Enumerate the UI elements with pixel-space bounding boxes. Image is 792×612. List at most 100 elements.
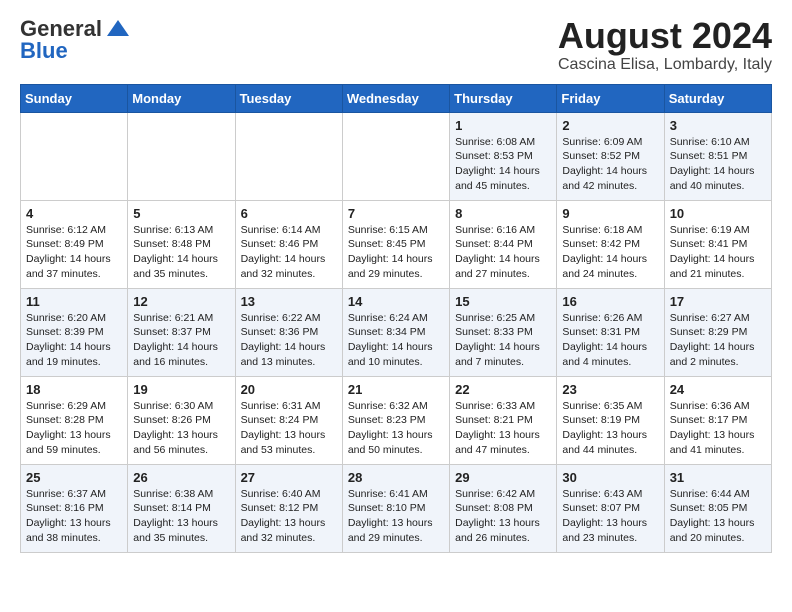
calendar-cell: 8 Sunrise: 6:16 AM Sunset: 8:44 PM Daylig… [450,200,557,288]
calendar-table: SundayMondayTuesdayWednesdayThursdayFrid… [20,84,772,553]
calendar-cell: 1 Sunrise: 6:08 AM Sunset: 8:53 PM Daylig… [450,112,557,200]
day-info: Sunrise: 6:33 AM Sunset: 8:21 PM Dayligh… [455,399,551,458]
calendar-cell: 15 Sunrise: 6:25 AM Sunset: 8:33 PM Dayli… [450,288,557,376]
day-number: 29 [455,470,551,485]
page-title: August 2024 [558,16,772,56]
logo-icon [105,16,131,42]
day-number: 23 [562,382,658,397]
day-info: Sunrise: 6:27 AM Sunset: 8:29 PM Dayligh… [670,311,766,370]
day-info: Sunrise: 6:14 AM Sunset: 8:46 PM Dayligh… [241,223,337,282]
calendar-cell: 3 Sunrise: 6:10 AM Sunset: 8:51 PM Daylig… [664,112,771,200]
calendar-week-row: 25 Sunrise: 6:37 AM Sunset: 8:16 PM Dayli… [21,464,772,552]
calendar-cell: 24Sunrise: 6:36 AM Sunset: 8:17 PM Dayli… [664,376,771,464]
day-number: 17 [670,294,766,309]
day-info: Sunrise: 6:41 AM Sunset: 8:10 PM Dayligh… [348,487,444,546]
day-info: Sunrise: 6:09 AM Sunset: 8:52 PM Dayligh… [562,135,658,194]
calendar-week-row: 1 Sunrise: 6:08 AM Sunset: 8:53 PM Daylig… [21,112,772,200]
calendar-week-row: 11 Sunrise: 6:20 AM Sunset: 8:39 PM Dayli… [21,288,772,376]
calendar-cell: 20 Sunrise: 6:31 AM Sunset: 8:24 PM Dayli… [235,376,342,464]
calendar-week-row: 18 Sunrise: 6:29 AM Sunset: 8:28 PM Dayli… [21,376,772,464]
weekday-header-wednesday: Wednesday [342,84,449,112]
day-info: Sunrise: 6:08 AM Sunset: 8:53 PM Dayligh… [455,135,551,194]
weekday-header-sunday: Sunday [21,84,128,112]
day-info: Sunrise: 6:42 AM Sunset: 8:08 PM Dayligh… [455,487,551,546]
calendar-cell [21,112,128,200]
day-info: Sunrise: 6:25 AM Sunset: 8:33 PM Dayligh… [455,311,551,370]
day-number: 19 [133,382,229,397]
day-info: Sunrise: 6:31 AM Sunset: 8:24 PM Dayligh… [241,399,337,458]
calendar-cell [342,112,449,200]
day-number: 1 [455,118,551,133]
calendar-cell: 17 Sunrise: 6:27 AM Sunset: 8:29 PM Dayli… [664,288,771,376]
day-info: Sunrise: 6:24 AM Sunset: 8:34 PM Dayligh… [348,311,444,370]
day-number: 13 [241,294,337,309]
calendar-cell: 16Sunrise: 6:26 AM Sunset: 8:31 PM Dayli… [557,288,664,376]
calendar-cell: 30 Sunrise: 6:43 AM Sunset: 8:07 PM Dayli… [557,464,664,552]
calendar-cell: 13 Sunrise: 6:22 AM Sunset: 8:36 PM Dayli… [235,288,342,376]
calendar-week-row: 4Sunrise: 6:12 AM Sunset: 8:49 PM Daylig… [21,200,772,288]
day-number: 26 [133,470,229,485]
day-info: Sunrise: 6:37 AM Sunset: 8:16 PM Dayligh… [26,487,122,546]
calendar-cell: 18 Sunrise: 6:29 AM Sunset: 8:28 PM Dayli… [21,376,128,464]
calendar-cell: 28Sunrise: 6:41 AM Sunset: 8:10 PM Dayli… [342,464,449,552]
calendar-cell: 27Sunrise: 6:40 AM Sunset: 8:12 PM Dayli… [235,464,342,552]
calendar-body: 1 Sunrise: 6:08 AM Sunset: 8:53 PM Daylig… [21,112,772,552]
weekday-header-row: SundayMondayTuesdayWednesdayThursdayFrid… [21,84,772,112]
calendar-cell: 2Sunrise: 6:09 AM Sunset: 8:52 PM Daylig… [557,112,664,200]
calendar-header: SundayMondayTuesdayWednesdayThursdayFrid… [21,84,772,112]
day-number: 5 [133,206,229,221]
calendar-cell: 11 Sunrise: 6:20 AM Sunset: 8:39 PM Dayli… [21,288,128,376]
calendar-cell: 26 Sunrise: 6:38 AM Sunset: 8:14 PM Dayli… [128,464,235,552]
calendar-cell: 5 Sunrise: 6:13 AM Sunset: 8:48 PM Daylig… [128,200,235,288]
day-number: 15 [455,294,551,309]
calendar-cell: 31Sunrise: 6:44 AM Sunset: 8:05 PM Dayli… [664,464,771,552]
calendar-cell: 21 Sunrise: 6:32 AM Sunset: 8:23 PM Dayli… [342,376,449,464]
day-number: 12 [133,294,229,309]
day-info: Sunrise: 6:21 AM Sunset: 8:37 PM Dayligh… [133,311,229,370]
calendar-cell: 12 Sunrise: 6:21 AM Sunset: 8:37 PM Dayli… [128,288,235,376]
day-number: 24 [670,382,766,397]
day-number: 25 [26,470,122,485]
day-info: Sunrise: 6:32 AM Sunset: 8:23 PM Dayligh… [348,399,444,458]
calendar-cell: 23Sunrise: 6:35 AM Sunset: 8:19 PM Dayli… [557,376,664,464]
day-number: 20 [241,382,337,397]
calendar-cell: 19 Sunrise: 6:30 AM Sunset: 8:26 PM Dayli… [128,376,235,464]
weekday-header-saturday: Saturday [664,84,771,112]
day-info: Sunrise: 6:13 AM Sunset: 8:48 PM Dayligh… [133,223,229,282]
calendar-cell: 7Sunrise: 6:15 AM Sunset: 8:45 PM Daylig… [342,200,449,288]
day-info: Sunrise: 6:19 AM Sunset: 8:41 PM Dayligh… [670,223,766,282]
day-info: Sunrise: 6:29 AM Sunset: 8:28 PM Dayligh… [26,399,122,458]
day-number: 11 [26,294,122,309]
calendar-cell: 6Sunrise: 6:14 AM Sunset: 8:46 PM Daylig… [235,200,342,288]
day-number: 4 [26,206,122,221]
calendar-cell: 22 Sunrise: 6:33 AM Sunset: 8:21 PM Dayli… [450,376,557,464]
day-info: Sunrise: 6:43 AM Sunset: 8:07 PM Dayligh… [562,487,658,546]
page: General Blue August 2024 Cascina Elisa, … [0,0,792,569]
title-block: August 2024 Cascina Elisa, Lombardy, Ita… [558,16,772,74]
day-number: 27 [241,470,337,485]
weekday-header-monday: Monday [128,84,235,112]
day-info: Sunrise: 6:30 AM Sunset: 8:26 PM Dayligh… [133,399,229,458]
day-info: Sunrise: 6:22 AM Sunset: 8:36 PM Dayligh… [241,311,337,370]
day-number: 18 [26,382,122,397]
day-number: 30 [562,470,658,485]
day-number: 8 [455,206,551,221]
day-number: 3 [670,118,766,133]
header: General Blue August 2024 Cascina Elisa, … [20,16,772,74]
day-number: 22 [455,382,551,397]
day-info: Sunrise: 6:16 AM Sunset: 8:44 PM Dayligh… [455,223,551,282]
day-number: 21 [348,382,444,397]
calendar-cell [235,112,342,200]
day-info: Sunrise: 6:10 AM Sunset: 8:51 PM Dayligh… [670,135,766,194]
weekday-header-friday: Friday [557,84,664,112]
page-subtitle: Cascina Elisa, Lombardy, Italy [558,56,772,74]
weekday-header-tuesday: Tuesday [235,84,342,112]
day-info: Sunrise: 6:44 AM Sunset: 8:05 PM Dayligh… [670,487,766,546]
calendar-cell: 9Sunrise: 6:18 AM Sunset: 8:42 PM Daylig… [557,200,664,288]
calendar-cell: 29 Sunrise: 6:42 AM Sunset: 8:08 PM Dayli… [450,464,557,552]
day-info: Sunrise: 6:38 AM Sunset: 8:14 PM Dayligh… [133,487,229,546]
day-info: Sunrise: 6:20 AM Sunset: 8:39 PM Dayligh… [26,311,122,370]
calendar-cell [128,112,235,200]
day-info: Sunrise: 6:15 AM Sunset: 8:45 PM Dayligh… [348,223,444,282]
day-number: 9 [562,206,658,221]
